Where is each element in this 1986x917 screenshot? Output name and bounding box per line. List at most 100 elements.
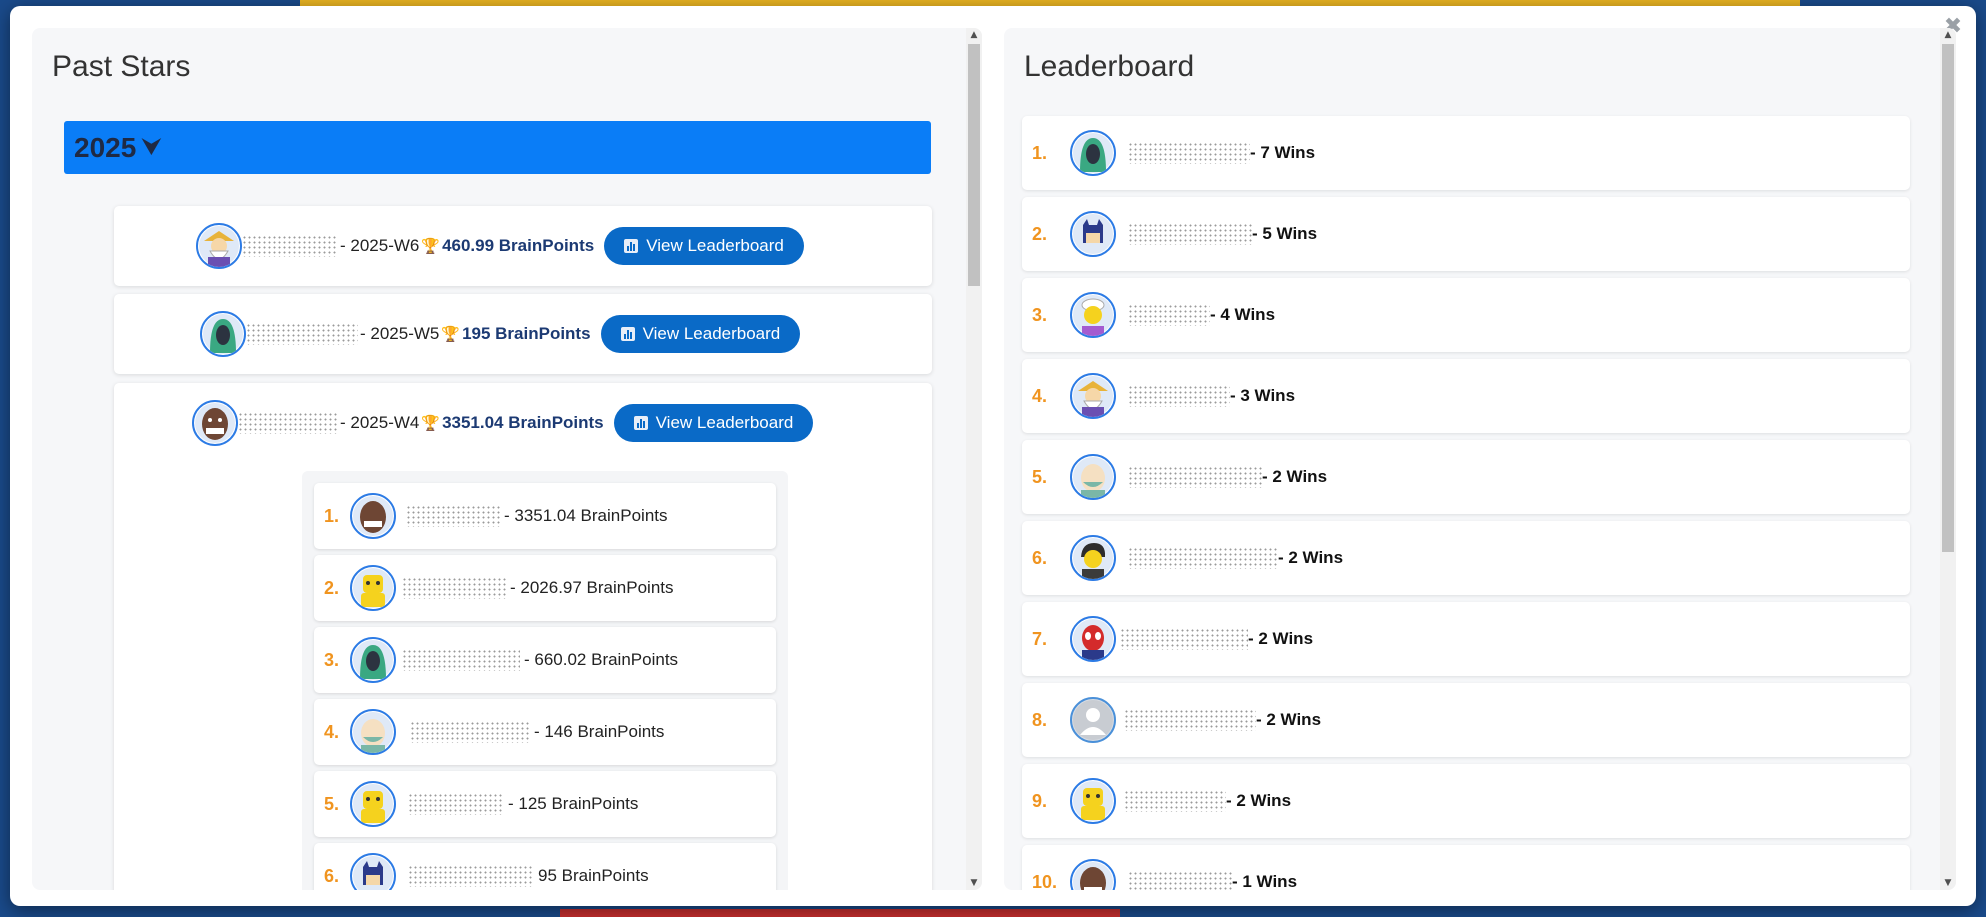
rank-number: 5.	[1032, 466, 1048, 487]
rank-number: 4.	[324, 721, 340, 742]
scroll-down-arrow[interactable]: ▼	[966, 876, 982, 890]
username-redacted	[406, 505, 500, 527]
points-text: - 146 BrainPoints	[534, 722, 665, 741]
username-redacted	[1120, 628, 1248, 650]
leaderboard-row: 5. - 2 Wins	[1022, 440, 1910, 514]
past-stars-title: Past Stars	[52, 50, 191, 83]
username-redacted	[408, 793, 504, 815]
username-redacted	[1128, 304, 1210, 326]
rank-number: 1.	[1032, 142, 1048, 163]
leaderboard-panel: Leaderboard 1. - 7 Wins 2. - 5 Wins 3. -…	[1004, 28, 1956, 890]
username-redacted	[402, 577, 506, 599]
hooded-green-avatar	[1070, 130, 1116, 176]
trophy-icon: 🏆	[421, 237, 441, 255]
scroll-thumb[interactable]	[1942, 44, 1954, 552]
spider-hero-avatar	[1070, 616, 1116, 662]
view-leaderboard-button[interactable]: View Leaderboard	[600, 315, 801, 353]
list-item: 5. - 125 BrainPoints	[314, 771, 776, 837]
points-text: 95 BrainPoints	[538, 866, 649, 885]
username-redacted	[408, 865, 534, 887]
left-scrollbar[interactable]: ▲ ▼	[966, 28, 982, 890]
wizard-avatar	[196, 223, 242, 269]
trophy-icon: 🏆	[421, 414, 441, 432]
wins-count: - 2 Wins	[1278, 548, 1344, 567]
hooded-green-avatar	[350, 637, 396, 683]
scroll-up-arrow[interactable]: ▲	[966, 28, 982, 42]
default-user-avatar	[1070, 697, 1116, 743]
rank-number: 6.	[324, 865, 340, 886]
yellow-robot-avatar	[1070, 778, 1116, 824]
leaderboard-row: 4. - 3 Wins	[1022, 359, 1910, 433]
wins-count: - 2 Wins	[1248, 629, 1314, 648]
wizard-avatar	[1070, 373, 1116, 419]
rank-number: 4.	[1032, 385, 1048, 406]
hooded-green-avatar	[200, 311, 246, 357]
username-redacted	[238, 412, 338, 434]
leaderboard-title: Leaderboard	[1024, 50, 1195, 83]
wins-count: - 2 Wins	[1226, 791, 1292, 810]
chevron-down-icon: ⮟	[142, 135, 161, 160]
rank-number: 7.	[1032, 628, 1048, 649]
year-label: 2025	[74, 131, 137, 163]
username-redacted	[1128, 223, 1252, 245]
wins-count: - 5 Wins	[1252, 224, 1318, 243]
background-game-strip-bottom	[560, 909, 1120, 917]
rank-number: 10.	[1032, 871, 1058, 891]
username-redacted	[1124, 709, 1256, 731]
rank-number: 5.	[324, 793, 340, 814]
week-label: - 2025-W4	[340, 413, 420, 432]
wins-count: - 2 Wins	[1262, 467, 1328, 486]
brown-bald-avatar	[192, 400, 238, 446]
points-text: - 3351.04 BrainPoints	[504, 506, 668, 525]
old-man-avatar	[1070, 454, 1116, 500]
wins-count: - 3 Wins	[1230, 386, 1296, 405]
week-label: - 2025-W5	[360, 324, 440, 343]
username-redacted	[402, 649, 520, 671]
leaderboard-row: 9. - 2 Wins	[1022, 764, 1910, 838]
week-card: - 2025-W6 🏆 460.99 BrainPoints View Lead…	[114, 206, 932, 286]
dark-hair-avatar	[1070, 535, 1116, 581]
rank-number: 6.	[1032, 547, 1048, 568]
view-leaderboard-label: View Leaderboard	[642, 324, 781, 343]
list-item: 2. - 2026.97 BrainPoints	[314, 555, 776, 621]
view-leaderboard-button[interactable]: View Leaderboard	[604, 227, 804, 265]
rank-number: 2.	[324, 577, 340, 598]
bat-hero-avatar	[350, 853, 396, 890]
leaderboard-row: 10. - 1 Wins	[1022, 845, 1910, 890]
rank-number: 1.	[324, 505, 340, 526]
list-item: 6. 95 BrainPoints	[314, 843, 776, 890]
username-redacted	[1124, 790, 1226, 812]
week-card: - 2025-W5 🏆 195 BrainPoints View Leaderb…	[114, 294, 932, 374]
week-points: 195 BrainPoints	[462, 324, 591, 343]
leaderboard-row: 3. - 4 Wins	[1022, 278, 1910, 352]
turban-avatar	[1070, 292, 1116, 338]
right-scrollbar[interactable]: ▲ ▼	[1940, 28, 1956, 890]
leaderboard-row: 1. - 7 Wins	[1022, 116, 1910, 190]
username-redacted	[246, 323, 358, 345]
year-accordion-2025[interactable]: 2025 ⮟	[64, 121, 931, 174]
username-redacted	[1128, 385, 1230, 407]
week-label: - 2025-W6	[340, 236, 420, 255]
chart-icon	[633, 416, 648, 430]
username-redacted	[1128, 547, 1278, 569]
username-redacted	[242, 235, 338, 257]
rank-number: 2.	[1032, 223, 1048, 244]
wins-count: - 1 Wins	[1232, 872, 1298, 890]
yellow-robot-avatar	[350, 565, 396, 611]
chart-icon	[620, 327, 635, 341]
list-item: 4. - 146 BrainPoints	[314, 699, 776, 765]
brown-bald-avatar	[350, 493, 396, 539]
wins-count: - 2 Wins	[1256, 710, 1322, 729]
leaderboard-row: 7. - 2 Wins	[1022, 602, 1910, 676]
list-item: 1. - 3351.04 BrainPoints	[314, 483, 776, 549]
points-text: - 125 BrainPoints	[508, 794, 639, 813]
chart-icon	[624, 239, 639, 253]
scroll-up-arrow[interactable]: ▲	[1940, 28, 1956, 42]
wins-count: - 4 Wins	[1210, 305, 1276, 324]
scroll-down-arrow[interactable]: ▼	[1940, 876, 1956, 890]
trophy-icon: 🏆	[441, 325, 461, 343]
view-leaderboard-button[interactable]: View Leaderboard	[613, 404, 814, 442]
week-leaderboard-list: 1. - 3351.04 BrainPoints 2. - 2026.97 Br…	[302, 471, 788, 890]
scroll-thumb[interactable]	[968, 44, 980, 286]
yellow-robot-avatar	[350, 781, 396, 827]
